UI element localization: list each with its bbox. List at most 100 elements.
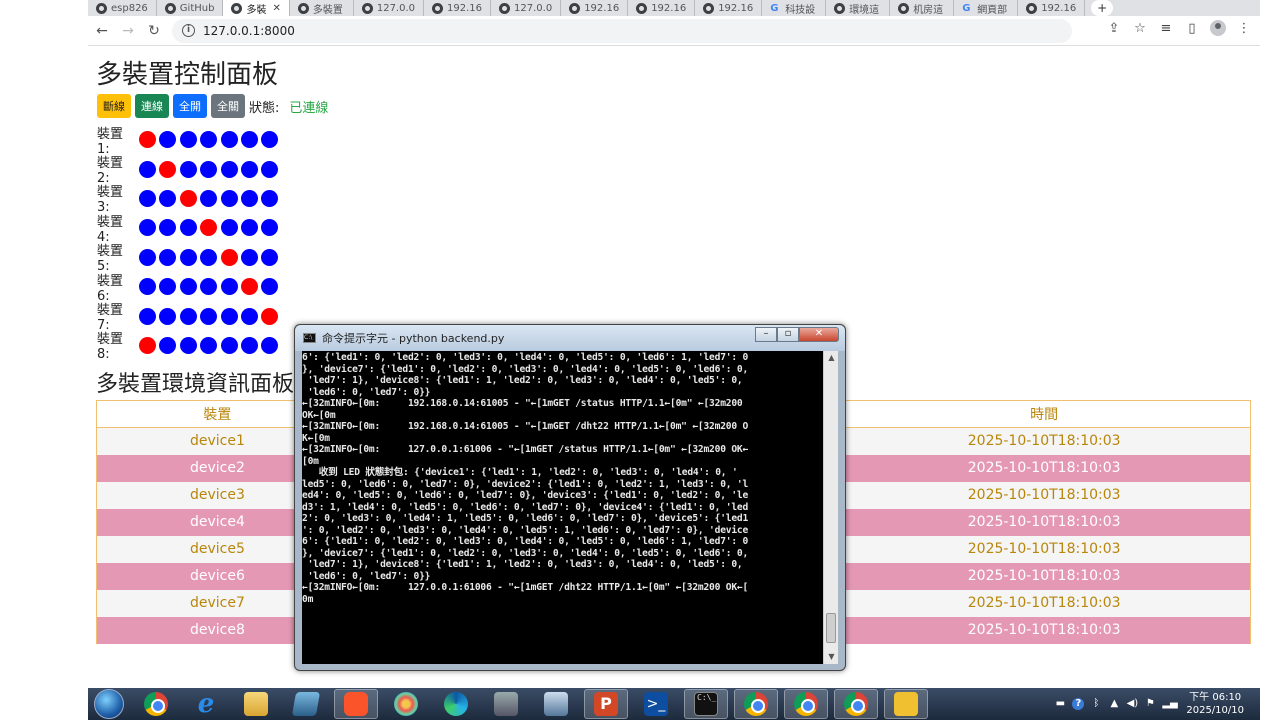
led-indicator[interactable] xyxy=(179,248,197,266)
led-indicator[interactable] xyxy=(261,189,279,207)
back-button[interactable]: ← xyxy=(90,19,114,43)
maximize-icon[interactable]: ▫ xyxy=(777,327,799,342)
bluetooth-icon[interactable]: ᛒ xyxy=(1090,698,1102,710)
all-off-button[interactable]: 全關 xyxy=(211,94,245,118)
side-panel-icon[interactable]: ▯ xyxy=(1184,20,1200,36)
led-indicator[interactable] xyxy=(139,189,156,207)
taskbar-chrome-3[interactable] xyxy=(784,689,828,719)
led-indicator[interactable] xyxy=(159,336,177,354)
led-indicator[interactable] xyxy=(220,307,238,325)
led-indicator[interactable] xyxy=(240,307,258,325)
bookmark-star-icon[interactable]: ☆ xyxy=(1132,20,1148,36)
taskbar-explorer[interactable] xyxy=(234,689,278,719)
signal-icon[interactable]: ▂▄ xyxy=(1162,698,1177,710)
tab-14[interactable]: 192.16 xyxy=(1018,0,1086,16)
led-indicator[interactable] xyxy=(179,131,197,149)
disconnect-button[interactable]: 斷線 xyxy=(97,94,131,118)
led-indicator[interactable] xyxy=(179,336,197,354)
show-hidden-icon[interactable]: ▲ xyxy=(1108,698,1120,710)
led-indicator[interactable] xyxy=(220,248,238,266)
led-indicator[interactable] xyxy=(261,219,279,237)
taskbar-powershell[interactable]: >_ xyxy=(634,689,678,719)
tab-10[interactable]: G 科技設 xyxy=(762,0,827,16)
led-indicator[interactable] xyxy=(139,278,156,296)
taskbar-chrome-4[interactable] xyxy=(834,689,878,719)
led-indicator[interactable] xyxy=(240,219,258,237)
led-indicator[interactable] xyxy=(261,278,279,296)
led-indicator[interactable] xyxy=(261,248,279,266)
info-icon[interactable]: i xyxy=(182,24,195,37)
tab-4[interactable]: 127.0.0 xyxy=(354,0,425,16)
reload-button[interactable]: ↻ xyxy=(142,19,166,43)
tab-13[interactable]: G 網頁部 xyxy=(954,0,1019,16)
taskbar-tool[interactable] xyxy=(484,689,528,719)
led-indicator[interactable] xyxy=(240,336,258,354)
tab-1[interactable]: GitHub xyxy=(157,0,224,16)
led-indicator[interactable] xyxy=(220,189,238,207)
forward-button[interactable]: → xyxy=(116,19,140,43)
tab-6[interactable]: 127.0.0 xyxy=(491,0,562,16)
led-indicator[interactable] xyxy=(179,189,197,207)
led-indicator[interactable] xyxy=(139,248,156,266)
taskbar-cmd[interactable]: C:\_ xyxy=(684,689,728,719)
led-indicator[interactable] xyxy=(240,189,258,207)
tab-5[interactable]: 192.16 xyxy=(424,0,492,16)
led-indicator[interactable] xyxy=(240,248,258,266)
led-indicator[interactable] xyxy=(159,248,177,266)
led-indicator[interactable] xyxy=(139,307,156,325)
led-indicator[interactable] xyxy=(200,307,218,325)
new-tab-button[interactable]: + xyxy=(1091,0,1114,16)
tab-3[interactable]: 多裝置 xyxy=(290,0,354,16)
led-indicator[interactable] xyxy=(220,131,238,149)
led-indicator[interactable] xyxy=(139,131,156,149)
led-indicator[interactable] xyxy=(139,336,156,354)
led-indicator[interactable] xyxy=(261,307,279,325)
all-on-button[interactable]: 全開 xyxy=(173,94,207,118)
tab-8[interactable]: 192.16 xyxy=(628,0,696,16)
led-indicator[interactable] xyxy=(200,219,218,237)
cmd-title-bar[interactable]: C:\ 命令提示字元 - python backend.py – ▫ ✕ xyxy=(295,325,845,351)
flag-icon[interactable]: ⚑ xyxy=(1144,698,1156,710)
led-indicator[interactable] xyxy=(159,307,177,325)
connect-button[interactable]: 連線 xyxy=(135,94,169,118)
led-indicator[interactable] xyxy=(179,307,197,325)
led-indicator[interactable] xyxy=(179,219,197,237)
keyboard-icon[interactable]: ▬ xyxy=(1054,698,1066,710)
taskbar-app-yellow[interactable] xyxy=(884,689,928,719)
tab-0[interactable]: esp826 xyxy=(88,0,157,16)
led-indicator[interactable] xyxy=(240,278,258,296)
led-indicator[interactable] xyxy=(200,278,218,296)
tab-close-icon[interactable]: ✕ xyxy=(272,3,280,14)
tab-2[interactable]: 多裝 ✕ xyxy=(223,0,290,16)
volume-icon[interactable]: ◀) xyxy=(1126,698,1139,710)
led-indicator[interactable] xyxy=(261,336,279,354)
led-indicator[interactable] xyxy=(200,189,218,207)
led-indicator[interactable] xyxy=(159,219,177,237)
led-indicator[interactable] xyxy=(139,219,156,237)
cmd-scrollbar[interactable]: ▲ ▼ xyxy=(823,351,838,664)
taskbar-brave[interactable] xyxy=(334,689,378,719)
led-indicator[interactable] xyxy=(200,248,218,266)
taskbar-powerpoint[interactable]: P xyxy=(584,689,628,719)
taskbar-paint[interactable] xyxy=(384,689,428,719)
cmd-window[interactable]: C:\ 命令提示字元 - python backend.py – ▫ ✕ 6':… xyxy=(294,324,846,671)
scroll-thumb[interactable] xyxy=(826,613,836,643)
close-icon[interactable]: ✕ xyxy=(799,327,839,342)
led-indicator[interactable] xyxy=(240,160,258,178)
taskbar-edge[interactable] xyxy=(434,689,478,719)
cmd-output[interactable]: 6': {'led1': 0, 'led2': 0, 'led3': 0, 'l… xyxy=(302,351,823,664)
tab-11[interactable]: 環境這 xyxy=(826,0,891,16)
led-indicator[interactable] xyxy=(240,131,258,149)
scroll-down-icon[interactable]: ▼ xyxy=(824,650,839,664)
led-indicator[interactable] xyxy=(200,131,218,149)
share-icon[interactable]: ⇪ xyxy=(1106,20,1122,36)
led-indicator[interactable] xyxy=(159,189,177,207)
tab-12[interactable]: 机房這 xyxy=(890,0,955,16)
led-indicator[interactable] xyxy=(179,278,197,296)
address-bar[interactable]: i 127.0.0.1:8000 xyxy=(172,18,1072,43)
led-indicator[interactable] xyxy=(261,131,279,149)
led-indicator[interactable] xyxy=(220,219,238,237)
scroll-up-icon[interactable]: ▲ xyxy=(824,351,839,365)
profile-avatar-icon[interactable] xyxy=(1210,20,1226,36)
tab-9[interactable]: 192.16 xyxy=(695,0,763,16)
